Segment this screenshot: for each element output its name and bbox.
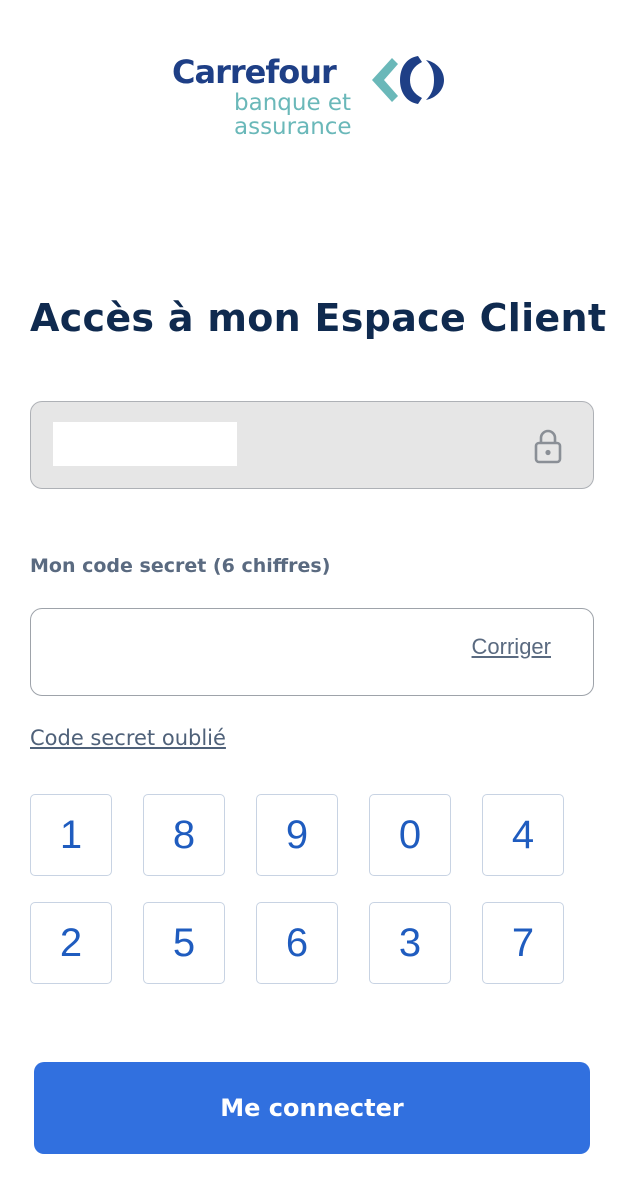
keypad-key[interactable]: 4: [482, 794, 564, 876]
forgot-code-link[interactable]: Code secret oublié: [30, 726, 226, 750]
page-title: Accès à mon Espace Client: [30, 296, 607, 340]
keypad-key[interactable]: 0: [369, 794, 451, 876]
keypad-key[interactable]: 2: [30, 902, 112, 984]
identifier-masked-value: [53, 422, 237, 466]
carrefour-logo-icon: [372, 56, 444, 104]
keypad-key[interactable]: 5: [143, 902, 225, 984]
logo-subtitle-line1: banque et: [234, 90, 352, 116]
keypad-key[interactable]: 6: [256, 902, 338, 984]
lock-icon: [534, 429, 562, 464]
keypad-key[interactable]: 7: [482, 902, 564, 984]
connect-button[interactable]: Me connecter: [34, 1062, 590, 1154]
keypad: 1 8 9 0 4 2 5 6 3 7: [30, 794, 570, 984]
correct-link[interactable]: Corriger: [472, 634, 551, 660]
keypad-key[interactable]: 1: [30, 794, 112, 876]
brand-logo: Carrefour banque et assurance: [172, 52, 462, 147]
logo-brand-name: Carrefour: [172, 53, 337, 91]
secret-code-field[interactable]: Corriger: [30, 608, 594, 696]
keypad-key[interactable]: 3: [369, 902, 451, 984]
code-field-label: Mon code secret (6 chiffres): [30, 555, 331, 577]
identifier-field[interactable]: [30, 401, 594, 489]
logo-subtitle-line2: assurance: [234, 114, 352, 140]
keypad-key[interactable]: 9: [256, 794, 338, 876]
keypad-key[interactable]: 8: [143, 794, 225, 876]
